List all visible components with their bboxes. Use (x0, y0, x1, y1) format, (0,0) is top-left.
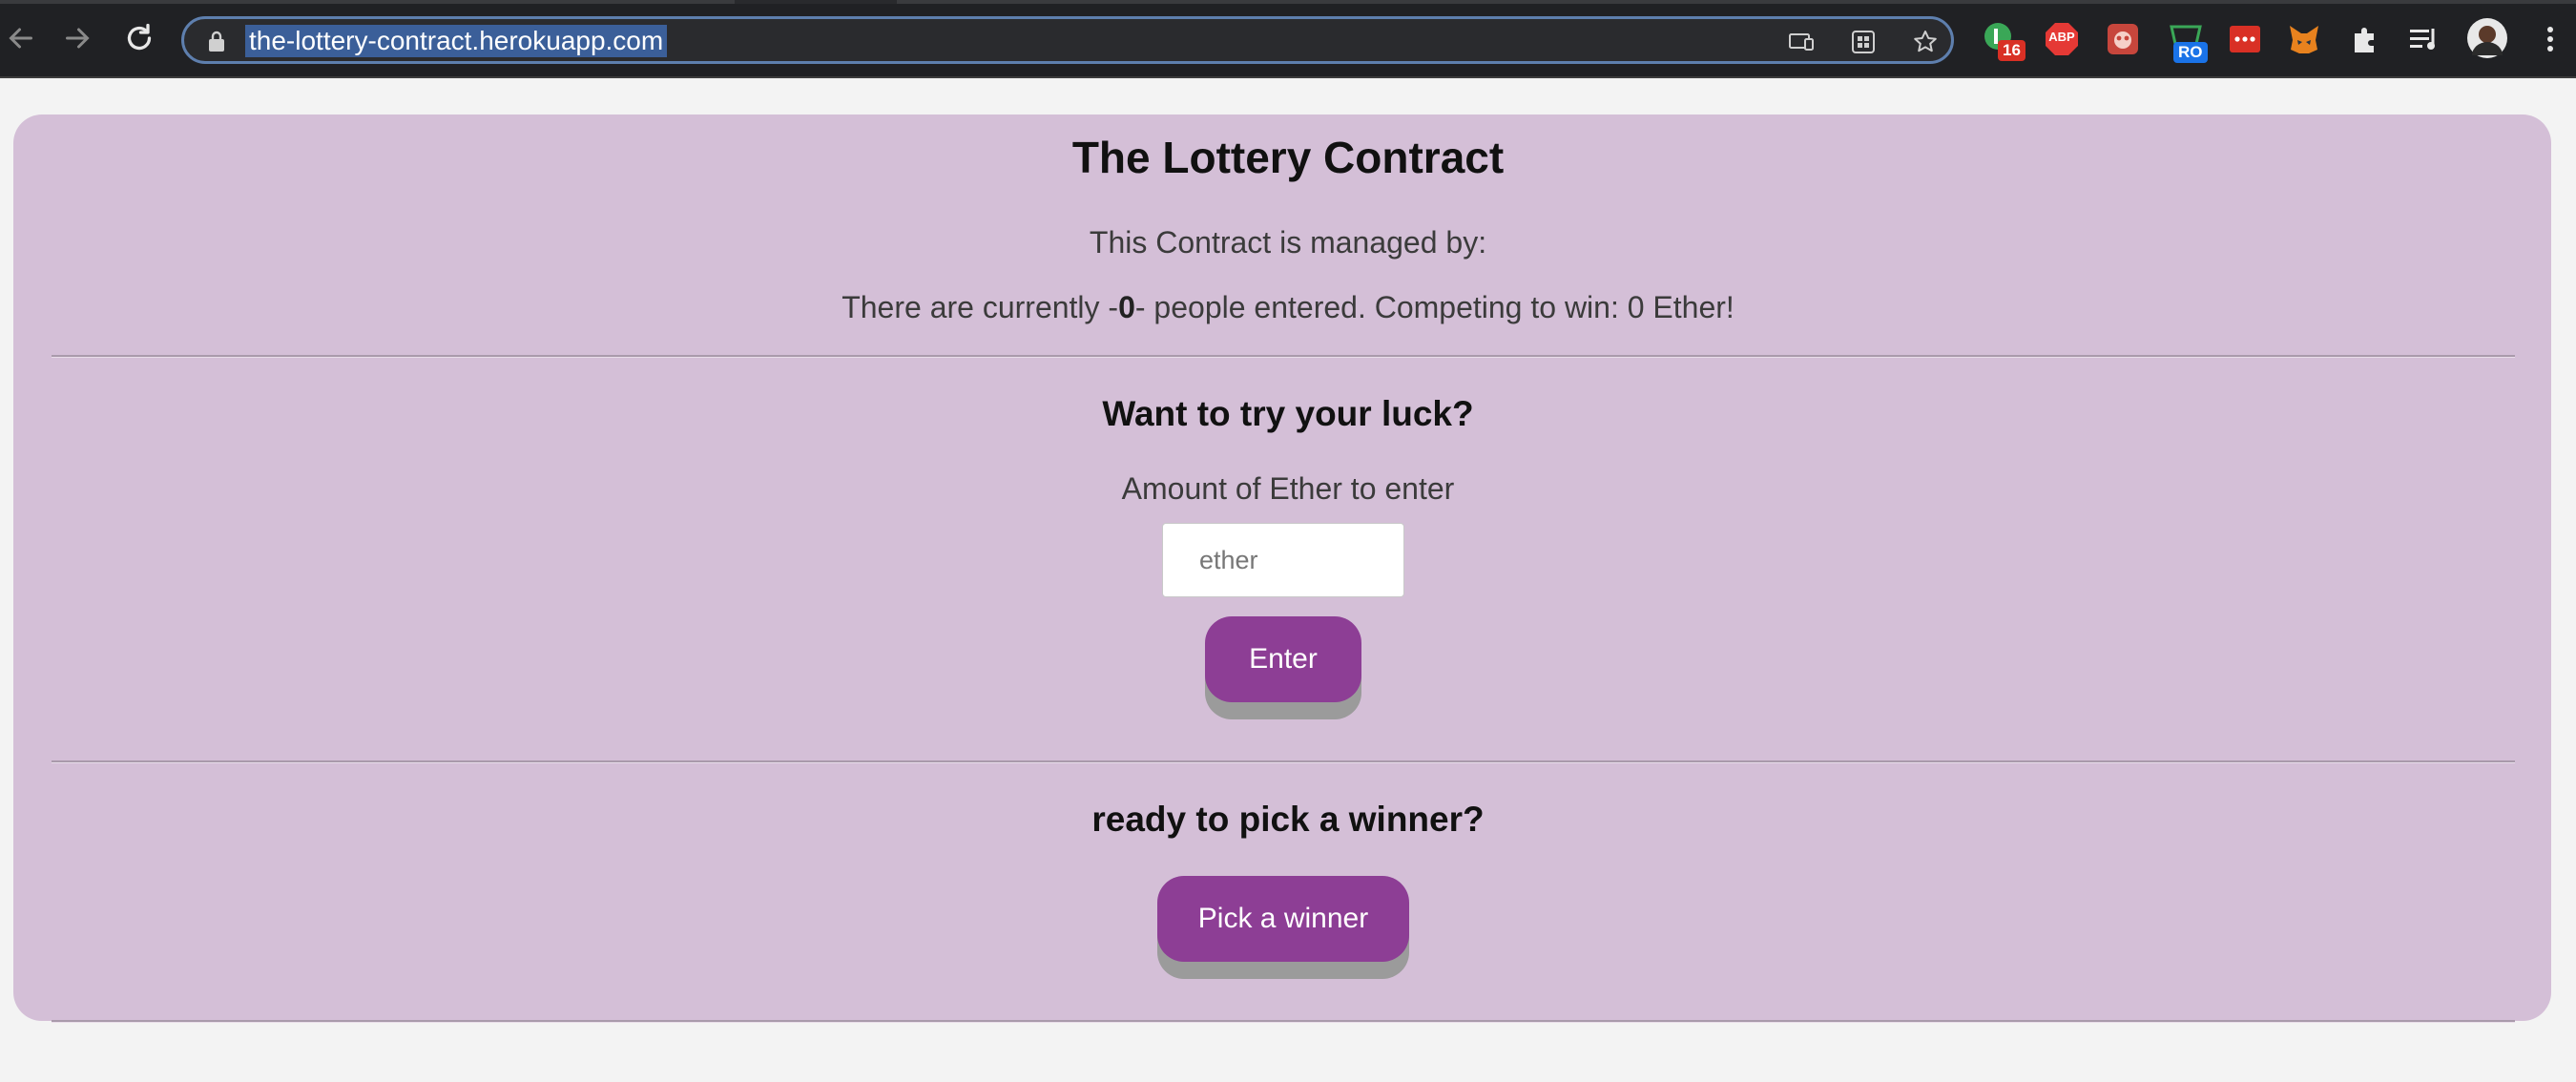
players-prefix: There are currently - (841, 290, 1119, 324)
puzzle-extensions-icon[interactable] (2347, 21, 2383, 57)
arrow-right-icon (66, 28, 90, 49)
more-menu-icon[interactable] (2532, 21, 2568, 57)
manager-text: This Contract is managed by: (1089, 225, 1487, 260)
section-divider (52, 355, 2515, 358)
ro-extension-icon[interactable]: RO (2168, 21, 2208, 63)
section-divider (52, 760, 2515, 763)
pick-winner-heading: ready to pick a winner? (1091, 800, 1485, 839)
back-button[interactable] (0, 17, 42, 59)
players-count: 0 (1118, 290, 1135, 324)
cast-device-icon[interactable] (1787, 28, 1816, 56)
bug-extension-icon[interactable] (2105, 21, 2141, 57)
players-suffix: - people entered. Competing to win: 0 Et… (1134, 290, 1735, 324)
address-bar[interactable]: the-lottery-contract.herokuapp.com (181, 16, 1954, 64)
section-divider (52, 1020, 2515, 1023)
try-luck-heading: Want to try your luck? (1102, 394, 1474, 433)
adblock-plus-label: ABP (2048, 30, 2075, 44)
pick-winner-button[interactable]: Pick a winner (1157, 876, 1409, 962)
forward-button[interactable] (56, 17, 98, 59)
url-text[interactable]: the-lottery-contract.herokuapp.com (245, 25, 668, 57)
arrow-left-icon (9, 28, 32, 49)
amount-label: Amount of Ether to enter (1121, 471, 1455, 506)
extension-badge-count: 16 (1998, 40, 2025, 61)
bookmark-star-icon[interactable] (1911, 28, 1940, 56)
ether-amount-input[interactable] (1162, 523, 1404, 597)
password-dots-icon[interactable] (2227, 21, 2263, 57)
tab-strip (0, 0, 2576, 4)
lock-icon (209, 31, 224, 52)
enter-button[interactable]: Enter (1205, 616, 1361, 702)
browser-toolbar: the-lottery-contract.herokuapp.com 16 AB… (0, 0, 2576, 78)
reload-button[interactable] (118, 17, 160, 59)
reading-list-icon[interactable] (2406, 21, 2442, 57)
qr-apps-icon[interactable] (1849, 28, 1878, 56)
ro-extension-badge: RO (2173, 42, 2208, 63)
adblock-plus-icon[interactable]: ABP (2044, 21, 2080, 57)
page-title: The Lottery Contract (1071, 133, 1505, 182)
extension-badge-icon[interactable]: 16 (1983, 21, 2025, 61)
players-summary: There are currently -0- people entered. … (0, 290, 2576, 325)
profile-avatar[interactable] (2466, 17, 2508, 59)
metamask-fox-icon[interactable] (2286, 21, 2322, 57)
reload-icon (127, 23, 152, 51)
